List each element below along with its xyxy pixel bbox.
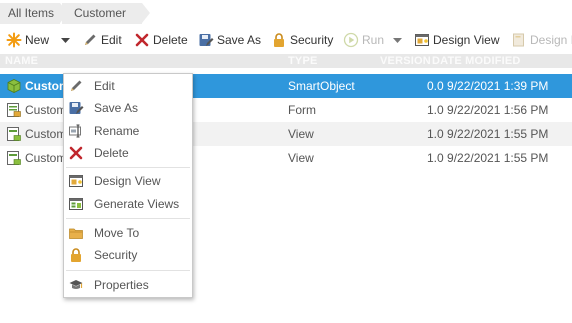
column-header-type[interactable]: TYPE (288, 54, 318, 68)
menu-item-label: Delete (94, 146, 129, 160)
form-icon (6, 102, 22, 118)
menu-item-save-as[interactable]: Save As (64, 97, 192, 119)
breadcrumb-all-items[interactable]: All Items (0, 3, 60, 24)
properties-icon (68, 277, 84, 293)
row-name: Custom (25, 151, 67, 165)
design-form-icon (511, 32, 527, 48)
new-button[interactable]: New (6, 28, 49, 52)
menu-item-label: Design View (94, 174, 161, 188)
design-f-label: Design F (530, 33, 572, 47)
menu-item-label: Edit (94, 79, 115, 93)
new-label: New (25, 33, 50, 47)
edit-button[interactable]: Edit (82, 28, 122, 52)
menu-item-move-to[interactable]: Move To (64, 222, 192, 244)
lock-icon (68, 247, 84, 263)
save-as-button[interactable]: Save As (198, 28, 261, 52)
row-version-date: 1.0 9/22/2021 1:56 PM (427, 103, 549, 117)
row-version-date: 1.0 9/22/2021 1:55 PM (427, 151, 549, 165)
caret-down-icon (393, 33, 402, 47)
save-as-label: Save As (217, 33, 262, 47)
context-menu: Edit Save As Rename Delete Design View G… (63, 73, 193, 298)
menu-item-label: Properties (94, 278, 149, 292)
rename-icon (68, 123, 84, 139)
toolbar: New Edit Delete Save As Security Run Des… (0, 28, 572, 52)
menu-item-properties[interactable]: Properties (64, 274, 192, 296)
menu-item-edit[interactable]: Edit (64, 75, 192, 97)
breadcrumb: All Items Customer (0, 0, 572, 27)
new-star-icon (6, 32, 22, 48)
menu-separator (66, 270, 190, 271)
design-view-icon (68, 173, 84, 189)
breadcrumb-customer[interactable]: Customer (62, 3, 142, 24)
save-as-icon (68, 100, 84, 116)
delete-label: Delete (153, 33, 188, 47)
smartobject-icon (6, 78, 22, 94)
row-type: Form (288, 103, 316, 117)
folder-move-icon (68, 225, 84, 241)
design-view-button[interactable]: Design View (414, 28, 499, 52)
row-name: Custom (25, 127, 67, 141)
generate-views-icon (68, 196, 84, 212)
column-header-name[interactable]: NAME (5, 54, 38, 68)
delete-button[interactable]: Delete (134, 28, 188, 52)
edit-label: Edit (101, 33, 122, 47)
menu-separator (66, 167, 190, 168)
row-type: SmartObject (288, 79, 355, 93)
menu-item-label: Generate Views (94, 197, 180, 211)
delete-x-icon (134, 32, 150, 48)
run-dropdown-button[interactable] (393, 28, 402, 52)
table-header: NAME TYPE VERSION DATE MODIFIED (0, 54, 572, 68)
lock-icon (271, 32, 287, 48)
security-button[interactable]: Security (271, 28, 333, 52)
menu-item-label: Security (94, 248, 138, 262)
row-name: Custom (25, 103, 67, 117)
design-f-button[interactable]: Design F (511, 28, 572, 52)
menu-item-delete[interactable]: Delete (64, 142, 192, 164)
view-icon (6, 126, 22, 142)
menu-item-label: Rename (94, 124, 140, 138)
run-button[interactable]: Run (343, 28, 384, 52)
row-type: View (288, 151, 314, 165)
row-version-date: 1.0 9/22/2021 1:55 PM (427, 127, 549, 141)
design-view-label: Design View (433, 33, 500, 47)
caret-down-icon (61, 33, 70, 47)
security-label: Security (290, 33, 334, 47)
new-dropdown-button[interactable] (61, 28, 70, 52)
menu-item-security[interactable]: Security (64, 244, 192, 266)
view-icon (6, 150, 22, 166)
pencil-icon (68, 78, 84, 94)
column-header-version[interactable]: VERSION (380, 54, 431, 68)
menu-item-label: Move To (94, 226, 140, 240)
delete-x-icon (68, 145, 84, 161)
save-as-icon (198, 32, 214, 48)
row-version-date: 0.0 9/22/2021 1:39 PM (427, 79, 549, 93)
menu-item-rename[interactable]: Rename (64, 120, 192, 142)
menu-item-design-view[interactable]: Design View (64, 170, 192, 192)
menu-item-generate-views[interactable]: Generate Views (64, 193, 192, 215)
play-icon (343, 32, 359, 48)
row-type: View (288, 127, 314, 141)
pencil-icon (82, 32, 98, 48)
menu-item-label: Save As (94, 101, 139, 115)
run-label: Run (362, 33, 385, 47)
menu-separator (66, 218, 190, 219)
breadcrumb-separator (142, 3, 150, 23)
column-header-date-modified[interactable]: DATE MODIFIED (432, 54, 521, 68)
design-view-icon (414, 32, 430, 48)
